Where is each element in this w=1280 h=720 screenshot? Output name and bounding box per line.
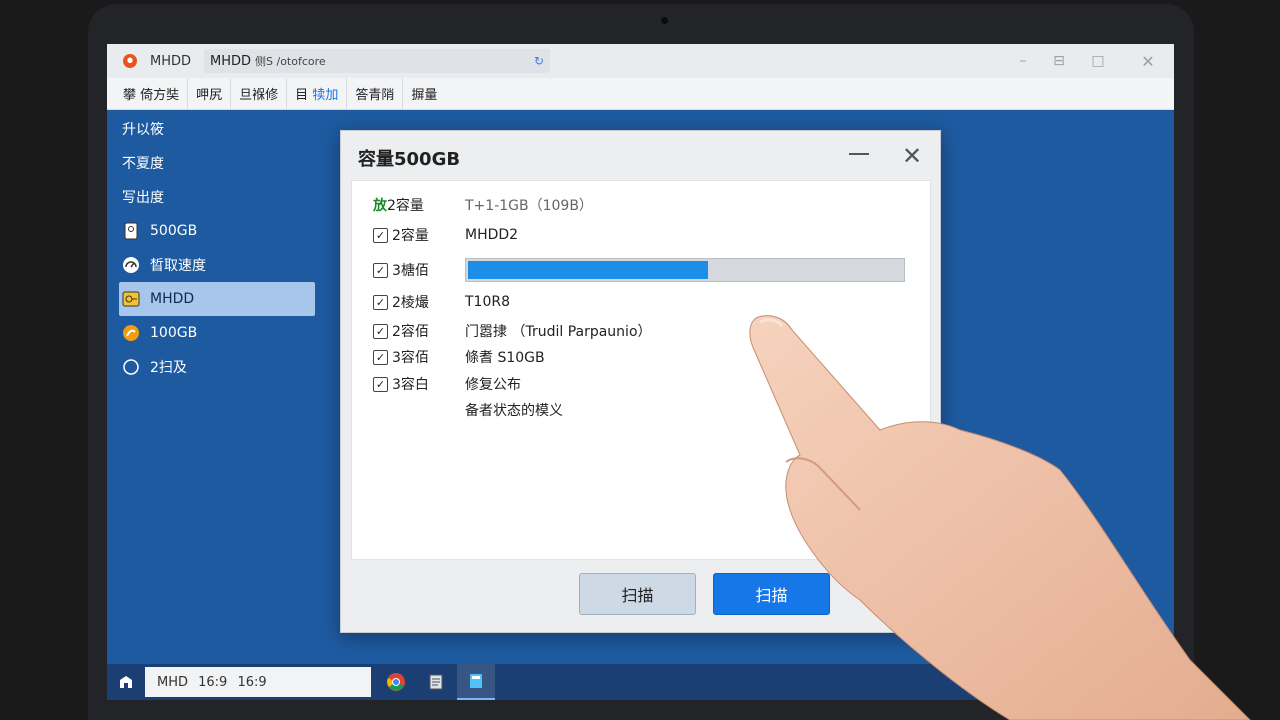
- camera: [661, 17, 668, 24]
- dialog-title: 容量500GB: [358, 149, 461, 170]
- disk-icon: [122, 324, 140, 342]
- sidebar-item-1[interactable]: 升以筱: [119, 112, 315, 146]
- sidebar-item-100gb[interactable]: 100GB: [119, 316, 315, 350]
- taskbar-search[interactable]: MHD 16:9 16:9: [145, 667, 371, 697]
- screen: MHDD MHDD 侧S /otofcore ↻ – ⊟ □ ✕ 攀 倚方奘 呷…: [107, 44, 1174, 700]
- checkbox[interactable]: ✓: [373, 376, 388, 392]
- dialog-close-icon[interactable]: ✕: [901, 139, 923, 173]
- title-bar: MHDD MHDD 侧S /otofcore ↻ – ⊟ □ ✕: [107, 44, 1174, 78]
- row-value: T+1-1GB（109B）: [465, 198, 593, 214]
- circle-icon: [122, 358, 140, 376]
- dialog-body: 放 2容量 T+1-1GB（109B） ✓ 2容量 MHDD2 ✓ 3榶佰 ✓ 2棱熶 …: [351, 180, 931, 560]
- scan-secondary-button[interactable]: 扫描: [579, 573, 696, 615]
- sidebar-item-mhdd[interactable]: MHDD: [119, 282, 315, 316]
- checkbox[interactable]: ✓: [373, 262, 388, 278]
- sidebar-item-2[interactable]: 不夏度: [119, 146, 315, 180]
- menu-item-4[interactable]: 目 犊加: [287, 77, 348, 110]
- checkbox[interactable]: ✓: [373, 227, 388, 243]
- row-label: 2棱熶: [392, 295, 429, 311]
- row-value: 备者状态的模义: [465, 403, 563, 419]
- dialog-minimize-icon[interactable]: [849, 153, 869, 155]
- progress-bar: [465, 258, 905, 282]
- app-name: MHDD: [150, 53, 192, 69]
- restore-icon[interactable]: ⊟: [1040, 44, 1078, 78]
- drive-icon: [122, 222, 140, 240]
- row-label: 3榶佰: [392, 263, 429, 279]
- chrome-icon[interactable]: [377, 664, 415, 700]
- row-prefix: 放: [373, 198, 387, 214]
- checkbox[interactable]: ✓: [373, 349, 388, 365]
- status-row: 备者状态的模义: [352, 399, 930, 421]
- start-icon[interactable]: [107, 664, 145, 700]
- sidebar-item-500gb[interactable]: 500GB: [119, 214, 315, 248]
- checkbox[interactable]: ✓: [373, 294, 388, 310]
- row-value: 门嚣捸 （Trudil Parpaunio）: [465, 324, 652, 340]
- progress-fill: [468, 261, 708, 279]
- row-value: 修复公布: [465, 377, 521, 393]
- row-label: 2容量: [387, 198, 424, 214]
- address-sub: 侧S /otofcore: [255, 55, 326, 68]
- option-row: ✓ 2容量 MHDD2: [352, 224, 930, 246]
- address-main: MHDD: [210, 53, 252, 69]
- taskbar: MHD 16:9 16:9: [107, 664, 1174, 700]
- minimize-icon[interactable]: –: [1004, 44, 1042, 78]
- scan-primary-button[interactable]: 扫描: [713, 573, 830, 615]
- option-row: ✓ 3容白 修复公布: [352, 373, 930, 395]
- maximize-icon[interactable]: □: [1079, 44, 1117, 78]
- sidebar-item-read-speed[interactable]: 晳取速度: [119, 248, 315, 282]
- menu-item-6[interactable]: 摒量: [403, 78, 445, 110]
- menu-item-2[interactable]: 呷尻: [188, 77, 232, 110]
- mhdd-icon: [122, 290, 140, 308]
- progress-row: ✓ 3榶佰: [352, 257, 930, 283]
- row-label: 3容佰: [392, 350, 429, 366]
- row-label: 3容白: [392, 377, 429, 393]
- row-value: T10R8: [465, 294, 511, 310]
- row-label: 2容佰: [392, 324, 429, 340]
- info-row: 放 2容量 T+1-1GB（109B）: [352, 194, 930, 216]
- sidebar-item-3[interactable]: 写出度: [119, 180, 315, 214]
- sidebar-item-scan[interactable]: 2扫及: [119, 350, 315, 384]
- row-value: 條耆 S10GB: [465, 350, 545, 366]
- checkbox[interactable]: ✓: [373, 323, 388, 339]
- gauge-icon: [122, 256, 140, 274]
- menu-item-5[interactable]: 答青陗: [347, 77, 404, 110]
- row-value: MHDD2: [465, 227, 519, 243]
- address-bar[interactable]: MHDD 侧S /otofcore ↻: [204, 49, 550, 73]
- sidebar: 升以筱 不夏度 写出度 500GB 晳取速度 MHDD 100GB 2扫及: [119, 112, 315, 384]
- app-logo-icon: [123, 54, 137, 68]
- row-label: 2容量: [392, 228, 429, 244]
- scan-dialog: 容量500GB ✕ 放 2容量 T+1-1GB（109B） ✓ 2容量 MHDD2 …: [340, 130, 941, 633]
- menu-item-1[interactable]: 攀 倚方奘: [115, 77, 189, 110]
- option-row: ✓ 2棱熶 T10R8: [352, 291, 930, 313]
- menu-item-3[interactable]: 旦褓修: [231, 77, 288, 110]
- close-icon[interactable]: ✕: [1129, 44, 1167, 78]
- notes-icon[interactable]: [417, 664, 455, 700]
- option-row: ✓ 3容佰 條耆 S10GB: [352, 346, 930, 368]
- files-icon[interactable]: [457, 664, 495, 700]
- menu-bar: 攀 倚方奘 呷尻 旦褓修 目 犊加 答青陗 摒量: [107, 77, 1174, 110]
- refresh-icon[interactable]: ↻: [534, 54, 544, 68]
- option-row: ✓ 2容佰 门嚣捸 （Trudil Parpaunio）: [352, 320, 930, 342]
